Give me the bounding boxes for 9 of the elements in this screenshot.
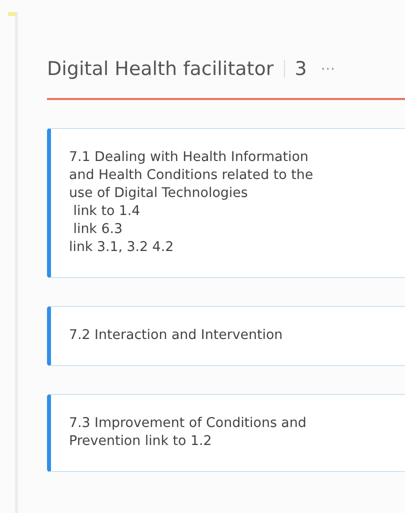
task-card[interactable]: 7.3 Improvement of Conditions and Prevention link to 1.2 — [47, 394, 405, 472]
task-card[interactable]: 7.1 Dealing with Health Information and Health Conditions related to the use of Digital Technologies link to 1.4 link 6.3 link 3.1, 3.2 4.2 — [47, 128, 405, 278]
task-text: 7.2 Interaction and Intervention — [69, 327, 284, 345]
task-count: 3 — [294, 56, 307, 82]
marker — [8, 12, 16, 16]
task-text: 7.3 Improvement of Conditions and Prevention link to 1.2 — [69, 415, 308, 451]
task-card[interactable]: 7.2 Interaction and Intervention — [47, 306, 405, 366]
task-text: 7.1 Dealing with Health Information and Health Conditions related to the use of Digital Technologies link to 1.4 link 6.3 link 3.1, 3.2 4.2 — [69, 149, 314, 257]
bucket-title: Digital Health facilitator — [47, 56, 274, 82]
